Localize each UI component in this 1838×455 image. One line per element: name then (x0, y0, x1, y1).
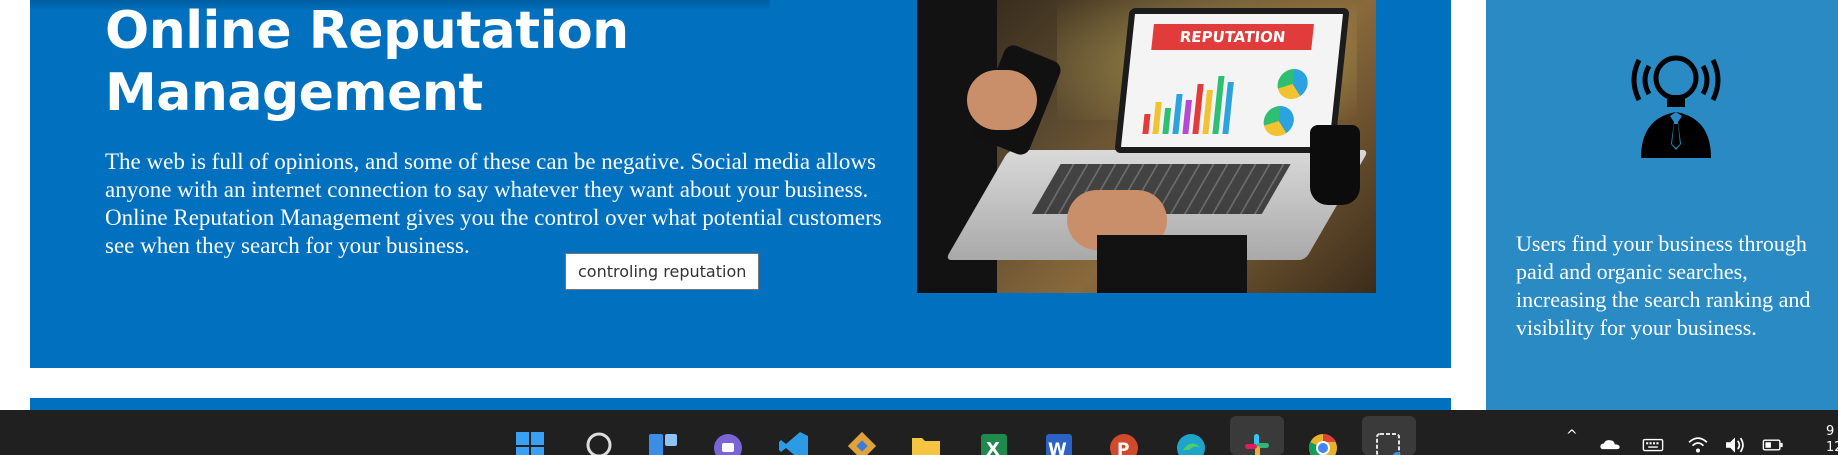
chrome-icon[interactable] (1307, 430, 1339, 455)
word-icon[interactable]: W (1042, 430, 1074, 455)
feature-description: Users find your business through paid an… (1516, 231, 1811, 340)
photo-screen-pie (1276, 69, 1310, 99)
battery-icon[interactable] (1760, 434, 1786, 455)
photo-screen-chart (1142, 64, 1249, 134)
lightbulb-person-icon (1631, 55, 1721, 158)
photo-sleeve (1097, 235, 1247, 293)
clock-time: 9 (1826, 424, 1835, 439)
svg-text:P: P (1117, 440, 1129, 455)
file-explorer-icon[interactable] (910, 430, 942, 455)
search-icon[interactable] (584, 430, 616, 455)
photo-hand (967, 70, 1037, 130)
image-tooltip: controling reputation (565, 253, 760, 290)
vscode-icon[interactable] (778, 430, 810, 455)
laptop-photo: REPUTATION (917, 0, 1376, 293)
volume-icon[interactable] (1722, 434, 1748, 455)
svg-text:X: X (986, 439, 1000, 455)
svg-text:W: W (1048, 440, 1067, 455)
windows-taskbar: X W P ^ 9 1 (0, 410, 1838, 455)
feature-panel: Users find your business through paid an… (1486, 0, 1838, 410)
page: Online Reputation Management The web is … (0, 0, 1838, 455)
excel-icon[interactable]: X (977, 430, 1009, 455)
snipping-tool-icon[interactable] (1373, 430, 1405, 455)
powerpoint-icon[interactable]: P (1108, 430, 1140, 455)
hero-title-line2: Management (105, 63, 483, 123)
tray-overflow-chevron[interactable]: ^ (1566, 428, 1578, 444)
teams-chat-icon[interactable] (712, 430, 744, 455)
slack-icon[interactable] (1241, 430, 1273, 455)
next-section-band (30, 398, 1451, 410)
onedrive-icon[interactable] (1597, 434, 1623, 455)
widgets-icon[interactable] (647, 430, 679, 455)
photo-screen-pie (1262, 106, 1296, 136)
clock-date: 12 (1826, 440, 1838, 455)
hero-description: The web is full of opinions, and some of… (105, 149, 882, 258)
windows-start-icon[interactable] (514, 430, 546, 455)
edge-icon[interactable] (1175, 430, 1207, 455)
keyboard-icon[interactable] (1640, 434, 1666, 455)
hero-title-line1: Online Reputation (105, 1, 629, 61)
git-tool-icon[interactable] (846, 430, 878, 455)
hero-title: Online Reputation Management (105, 0, 805, 124)
wifi-icon[interactable] (1685, 434, 1711, 455)
photo-screen-banner: REPUTATION (1151, 24, 1314, 50)
photo-mug (1310, 125, 1360, 205)
taskbar-clock[interactable]: 9 12 (1826, 424, 1838, 455)
